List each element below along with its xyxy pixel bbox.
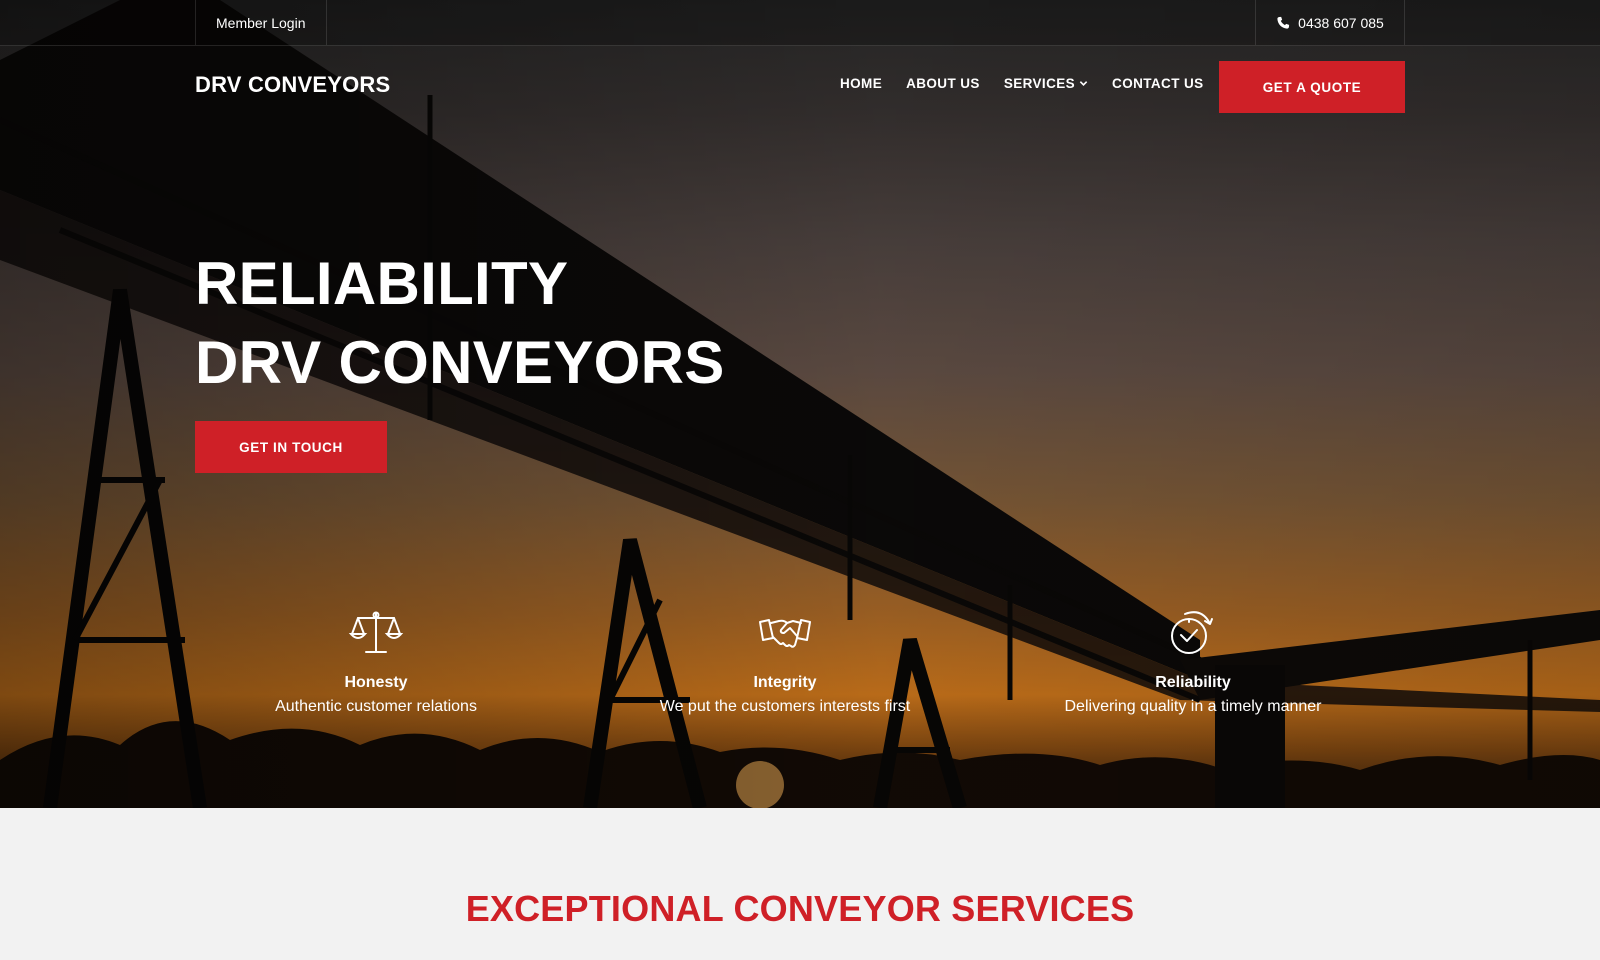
value-integrity: Integrity We put the customers interests… — [635, 608, 935, 716]
nav-services-label: SERVICES — [1003, 76, 1076, 91]
get-in-touch-button[interactable]: GET IN TOUCH — [195, 421, 387, 473]
value-reliability: Reliability Delivering quality in a time… — [1043, 608, 1343, 716]
nav-services[interactable]: SERVICES — [1004, 76, 1088, 91]
member-login-link[interactable]: Member Login — [195, 0, 327, 45]
hero-headline-line-1: RELIABILITY — [195, 250, 569, 317]
clock-check-icon — [1171, 611, 1213, 654]
value-title: Honesty — [344, 674, 408, 691]
nav-contact-us-label: CONTACT US — [1112, 76, 1204, 91]
scales-icon — [348, 611, 404, 653]
value-description: Authentic customer relations — [275, 698, 477, 715]
main-navigation: HOME ABOUT US SERVICES CONTACT US — [840, 76, 1204, 91]
hero-headline-line-2: DRV CONVEYORS — [195, 329, 725, 396]
phone-contact[interactable]: 0438 607 085 — [1255, 0, 1405, 45]
chevron-down-icon — [1079, 81, 1088, 86]
phone-number: 0438 607 085 — [1298, 14, 1384, 31]
value-honesty: Honesty Authentic customer relations — [226, 608, 526, 716]
nav-about-us-label: ABOUT US — [906, 76, 980, 91]
value-title: Integrity — [753, 674, 817, 691]
nav-home-label: HOME — [840, 76, 883, 91]
value-title: Reliability — [1155, 674, 1231, 691]
site-logo[interactable]: DRV CONVEYORS — [195, 72, 390, 98]
hero-headline: RELIABILITY DRV CONVEYORS — [195, 244, 725, 402]
nav-home[interactable]: HOME — [840, 76, 882, 91]
value-description: Delivering quality in a timely manner — [1064, 698, 1322, 715]
handshake-icon — [759, 619, 811, 648]
top-bar: Member Login 0438 607 085 — [0, 0, 1600, 46]
nav-about-us[interactable]: ABOUT US — [906, 76, 980, 91]
get-a-quote-button[interactable]: GET A QUOTE — [1219, 61, 1405, 113]
nav-contact-us[interactable]: CONTACT US — [1112, 76, 1204, 91]
section-title: EXCEPTIONAL CONVEYOR SERVICES — [465, 888, 1135, 929]
phone-icon — [1277, 16, 1290, 29]
value-description: We put the customers interests first — [659, 698, 911, 715]
